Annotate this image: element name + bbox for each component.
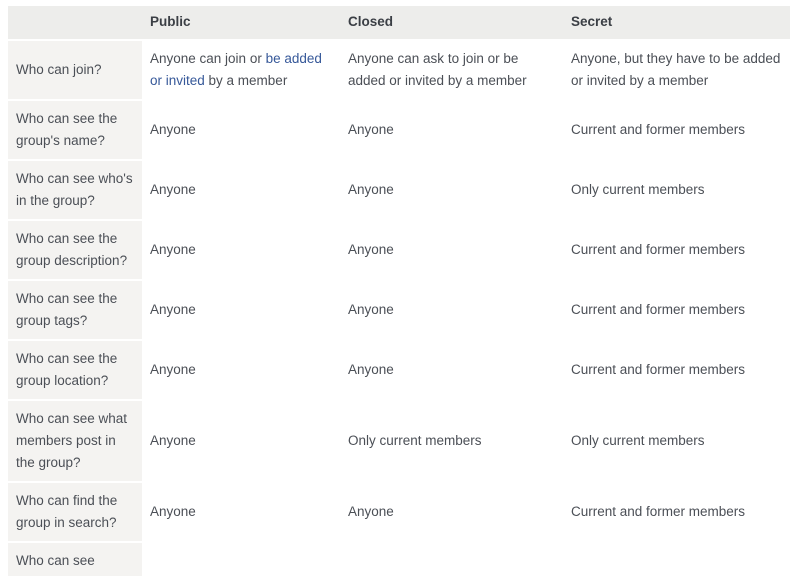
table-row: Who can find the group in search? Anyone…	[8, 483, 790, 541]
cell-public: Anyone can join or be added or invited b…	[142, 41, 340, 99]
cell-public: Anyone	[142, 221, 340, 279]
cell-public: Anyone	[142, 161, 340, 219]
cell-text-segment: by a member	[204, 73, 288, 88]
row-label: Who can join?	[8, 41, 142, 99]
cell-closed: Anyone can ask to join or be added or in…	[340, 41, 563, 99]
row-label: Who can see who's in the group?	[8, 161, 142, 219]
cell-public: Anyone	[142, 483, 340, 541]
table-row: Who can see the group location? Anyone A…	[8, 341, 790, 399]
cell-public: Anyone	[142, 543, 340, 576]
table-row: Who can join? Anyone can join or be adde…	[8, 41, 790, 99]
table-row: Who can see who's in the group? Anyone A…	[8, 161, 790, 219]
cell-secret: Current and former members	[563, 221, 790, 279]
table-body: Who can join? Anyone can join or be adde…	[8, 41, 790, 576]
cell-closed: Anyone	[340, 221, 563, 279]
cell-closed: Anyone	[340, 483, 563, 541]
cell-closed: Only current members	[340, 543, 563, 576]
row-label: Who can see stories about the group on F…	[8, 543, 142, 576]
table-header: Public Closed Secret	[8, 6, 790, 39]
cell-secret: Current and former members	[563, 281, 790, 339]
header-cell-public: Public	[142, 6, 340, 39]
cell-secret: Only current members	[563, 543, 790, 576]
cell-public: Anyone	[142, 401, 340, 481]
page-root: Public Closed Secret Who can join? Anyon…	[0, 0, 804, 576]
cell-text-segment: Anyone can join or	[150, 51, 266, 66]
row-label: Who can see the group location?	[8, 341, 142, 399]
cell-secret: Only current members	[563, 401, 790, 481]
header-cell-closed: Closed	[340, 6, 563, 39]
cell-secret: Current and former members	[563, 101, 790, 159]
header-cell-blank	[8, 6, 142, 39]
cell-public: Anyone	[142, 281, 340, 339]
header-cell-secret: Secret	[563, 6, 790, 39]
row-label: Who can see the group tags?	[8, 281, 142, 339]
table-row: Who can see stories about the group on F…	[8, 543, 790, 576]
cell-closed: Only current members	[340, 401, 563, 481]
group-privacy-comparison-table: Public Closed Secret Who can join? Anyon…	[8, 4, 790, 576]
cell-secret: Current and former members	[563, 483, 790, 541]
header-row: Public Closed Secret	[8, 6, 790, 39]
cell-closed: Anyone	[340, 341, 563, 399]
table-row: Who can see the group tags? Anyone Anyon…	[8, 281, 790, 339]
row-label: Who can see what members post in the gro…	[8, 401, 142, 481]
cell-public: Anyone	[142, 341, 340, 399]
cell-public: Anyone	[142, 101, 340, 159]
row-label: Who can find the group in search?	[8, 483, 142, 541]
cell-secret: Current and former members	[563, 341, 790, 399]
table-row: Who can see the group description? Anyon…	[8, 221, 790, 279]
cell-closed: Anyone	[340, 281, 563, 339]
cell-closed: Anyone	[340, 101, 563, 159]
cell-closed: Anyone	[340, 161, 563, 219]
cell-secret: Only current members	[563, 161, 790, 219]
row-label: Who can see the group's name?	[8, 101, 142, 159]
table-row: Who can see what members post in the gro…	[8, 401, 790, 481]
row-label: Who can see the group description?	[8, 221, 142, 279]
table-row: Who can see the group's name? Anyone Any…	[8, 101, 790, 159]
cell-secret: Anyone, but they have to be added or inv…	[563, 41, 790, 99]
